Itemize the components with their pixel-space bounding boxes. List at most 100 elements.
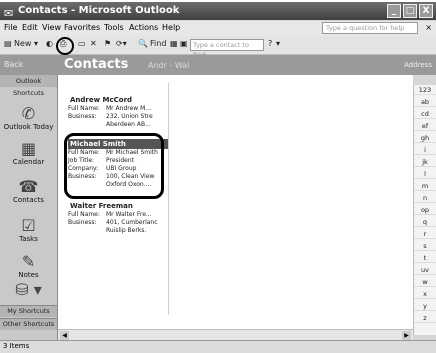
field-label xyxy=(68,227,106,235)
index-tab[interactable]: z xyxy=(414,313,436,323)
back-button[interactable]: Back xyxy=(4,60,23,69)
index-tab[interactable]: op xyxy=(414,205,436,215)
contact-card-walter[interactable]: Walter Freeman Full Name: Mr Walter Fre..… xyxy=(68,201,168,235)
shortcut-calendar[interactable]: ▦ Calendar xyxy=(0,140,57,167)
shortcut-more[interactable]: ⛁ ▾ xyxy=(0,281,57,299)
maximize-button[interactable]: □ xyxy=(403,4,417,18)
index-tab[interactable]: m xyxy=(414,181,436,191)
index-tab[interactable]: ef xyxy=(414,121,436,131)
index-tab[interactable]: q xyxy=(414,217,436,227)
shortcut-label: Calendar xyxy=(12,158,45,166)
window-title: Contacts - Microsoft Outlook xyxy=(18,5,180,16)
new-button[interactable]: New xyxy=(14,39,31,48)
field-value: Mr Walter Fre... xyxy=(106,211,152,218)
index-tab[interactable]: x xyxy=(414,289,436,299)
folder-banner: Back Contacts Andr - Wal Address xyxy=(0,55,436,75)
field-value: Aberdeen AB... xyxy=(106,121,151,128)
help-search-input[interactable]: Type a question for help xyxy=(322,22,418,34)
menu-help[interactable]: Help xyxy=(162,23,180,32)
shortcut-label: Notes xyxy=(18,271,39,279)
close-button[interactable]: X xyxy=(419,4,433,18)
print-highlight-ring xyxy=(56,37,74,55)
new-contact-icon[interactable]: ▤ xyxy=(4,39,12,48)
outlook-shortcuts-header[interactable]: Outlook Shortcuts xyxy=(0,75,57,97)
minimize-button[interactable]: _ xyxy=(387,4,401,18)
standard-toolbar: ▤ New ▾ ◐ ⎙ ▭ ✕ ⚑ ⟳▾ 🔍 Find ▦ ▣ Type a c… xyxy=(0,36,436,59)
help-dropdown-icon[interactable]: ▾ xyxy=(276,39,280,48)
contact-name[interactable]: Walter Freeman xyxy=(68,201,168,211)
outlook-today-icon: ✆ xyxy=(21,104,36,123)
index-tab[interactable]: w xyxy=(414,277,436,287)
item-count: 3 Items xyxy=(3,342,30,350)
index-tab[interactable]: gh xyxy=(414,133,436,143)
menu-bar: File Edit View Favorites Tools Actions H… xyxy=(0,21,436,36)
open-icon[interactable]: ◐ xyxy=(46,39,53,48)
contacts-icon: ☎ xyxy=(18,177,39,196)
alphabet-index: 123 ab cd ef gh i jk l m n op q r s t uv w x y z xyxy=(413,85,436,335)
shortcut-notes[interactable]: ✎ Notes xyxy=(0,252,57,280)
contact-range: Andr - Wal xyxy=(148,61,190,70)
column-divider xyxy=(168,83,169,315)
index-tab[interactable]: jk xyxy=(414,157,436,167)
field-value: Mr Andrew M... xyxy=(106,105,152,112)
index-tab[interactable]: r xyxy=(414,229,436,239)
menu-actions[interactable]: Actions xyxy=(129,23,158,32)
field-label: Business: xyxy=(68,113,97,120)
menu-tools[interactable]: Tools xyxy=(104,23,124,32)
index-tab[interactable]: uv xyxy=(414,265,436,275)
index-tab[interactable]: ab xyxy=(414,97,436,107)
contact-name[interactable]: Andrew McCord xyxy=(68,95,168,105)
close-icon[interactable]: × xyxy=(425,23,432,32)
menu-view[interactable]: View xyxy=(42,23,61,32)
field-value: Ruislip Berks. xyxy=(106,227,147,234)
move-icon[interactable]: ▭ xyxy=(78,39,86,48)
title-bar: ✉ Contacts - Microsoft Outlook _ □ X xyxy=(0,2,436,20)
contacts-view: Andrew McCord Full Name: Mr Andrew M... B… xyxy=(58,75,413,329)
organize-icon[interactable]: ▣ xyxy=(180,39,188,48)
tasks-icon: ☑ xyxy=(21,216,36,235)
find-icon[interactable]: 🔍 xyxy=(138,39,148,48)
scroll-right-icon[interactable]: ▶ xyxy=(402,331,411,340)
field-label: Business: xyxy=(68,219,97,226)
shortcut-tasks[interactable]: ☑ Tasks xyxy=(0,216,57,244)
dropdown-arrow-icon[interactable]: ▾ xyxy=(34,39,38,48)
actions-icon[interactable]: ⟳▾ xyxy=(116,39,127,48)
my-shortcuts-button[interactable]: My Shortcuts xyxy=(0,305,57,317)
index-tab[interactable]: n xyxy=(414,193,436,203)
flag-icon[interactable]: ⚑ xyxy=(104,39,111,48)
folder-icon: ⛁ ▾ xyxy=(15,280,42,299)
shortcut-contacts[interactable]: ☎ Contacts xyxy=(0,177,57,205)
notes-icon: ✎ xyxy=(21,252,36,271)
address-label: Address xyxy=(404,61,432,69)
folder-title: Contacts xyxy=(64,57,129,72)
outlook-window: ✉ Contacts - Microsoft Outlook _ □ X Fil… xyxy=(0,0,436,353)
field-value: 232, Union Stre xyxy=(106,113,153,120)
shortcut-label: Outlook Today xyxy=(3,123,54,131)
index-tab[interactable]: t xyxy=(414,253,436,263)
outlook-bar: Outlook Shortcuts ✆ Outlook Today ▦ Cale… xyxy=(0,75,58,340)
help-icon[interactable]: ? xyxy=(268,39,272,48)
index-tab[interactable]: cd xyxy=(414,109,436,119)
status-bar: 3 Items xyxy=(0,340,436,353)
shortcut-outlook-today[interactable]: ✆ Outlook Today xyxy=(0,104,57,132)
menu-edit[interactable]: Edit xyxy=(22,23,38,32)
menu-favorites[interactable]: Favorites xyxy=(64,23,100,32)
index-tab[interactable]: i xyxy=(414,145,436,155)
index-tab[interactable]: 123 xyxy=(414,85,436,95)
selected-contact-highlight-ring xyxy=(64,133,164,199)
scroll-left-icon[interactable]: ◀ xyxy=(60,331,69,340)
index-tab[interactable]: l xyxy=(414,169,436,179)
contact-card-andrew[interactable]: Andrew McCord Full Name: Mr Andrew M... B… xyxy=(68,95,168,129)
menu-file[interactable]: File xyxy=(4,23,17,32)
address-book-icon[interactable]: ▦ xyxy=(170,39,178,48)
find-contact-input[interactable]: Type a contact to find xyxy=(190,39,264,59)
window-controls: _ □ X xyxy=(387,4,433,18)
index-tab[interactable]: y xyxy=(414,301,436,311)
other-shortcuts-button[interactable]: Other Shortcuts xyxy=(0,318,57,330)
index-tab[interactable]: s xyxy=(414,241,436,251)
field-label: Full Name: xyxy=(68,211,100,218)
delete-icon[interactable]: ✕ xyxy=(90,39,97,48)
find-button[interactable]: Find xyxy=(150,39,166,48)
field-value: 401, Cumberlanc xyxy=(106,219,158,226)
shortcut-label: Tasks xyxy=(19,235,38,243)
